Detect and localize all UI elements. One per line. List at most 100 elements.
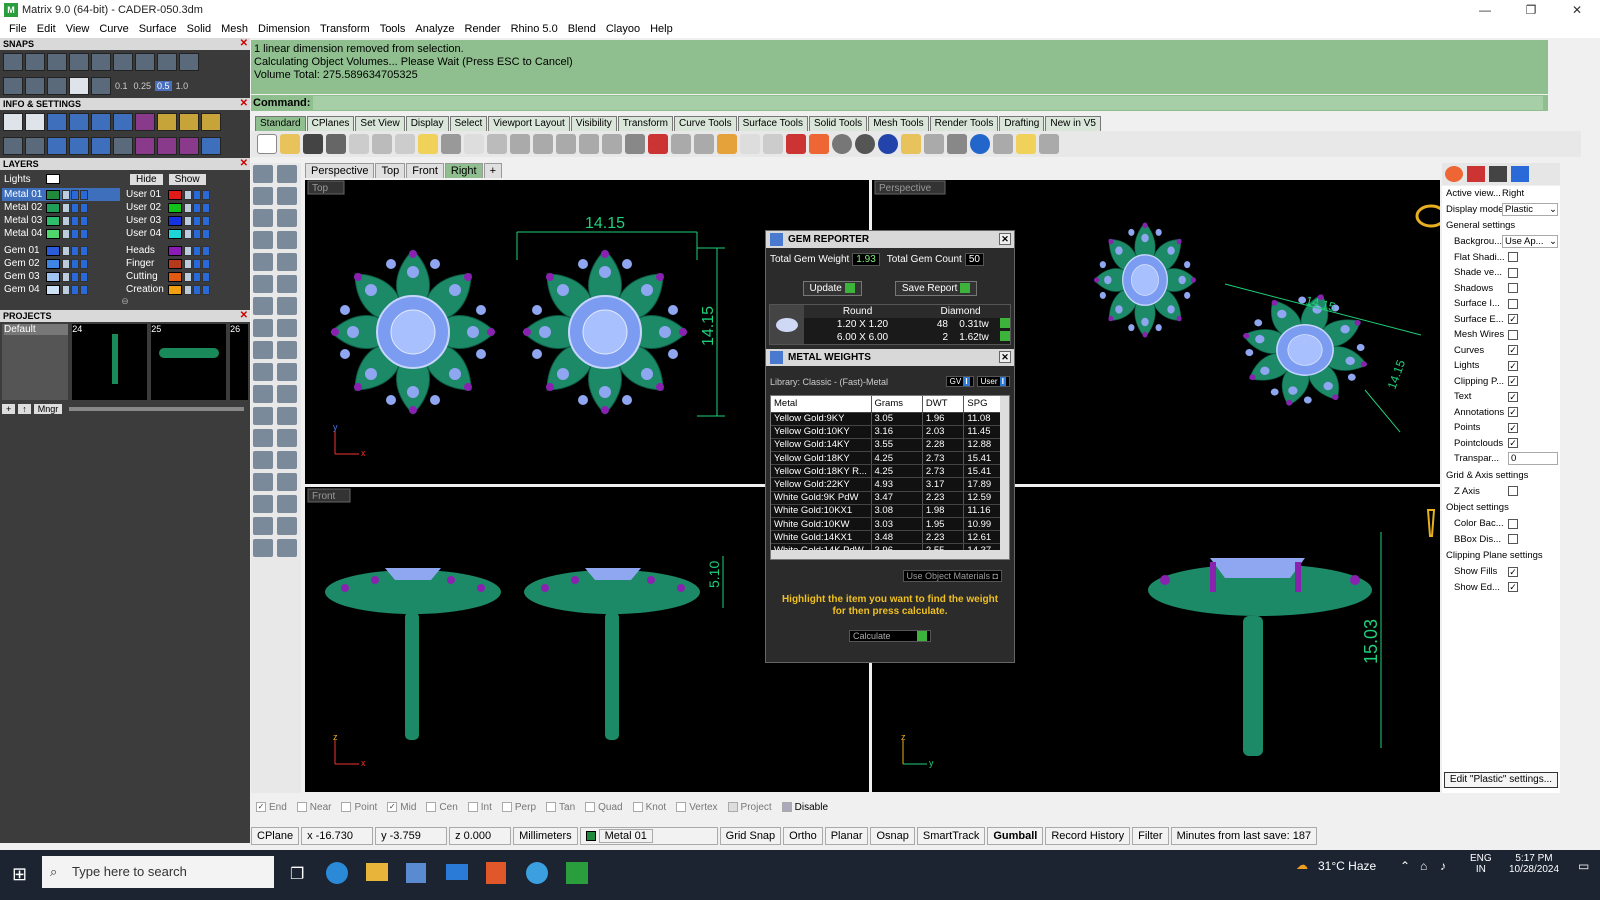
print-icon[interactable]	[202, 271, 210, 282]
print-icon[interactable]	[202, 189, 210, 200]
tab-select[interactable]: Select	[449, 116, 488, 131]
layer-color[interactable]	[168, 228, 182, 239]
tab-viewport-layout[interactable]: Viewport Layout	[488, 116, 570, 131]
close-icon[interactable]: ✕	[240, 38, 248, 50]
ellipse-icon[interactable]	[253, 253, 273, 271]
mesh-icon[interactable]	[253, 341, 273, 359]
bulb-icon[interactable]	[193, 202, 201, 213]
car-icon[interactable]	[648, 134, 668, 154]
bulb-icon[interactable]	[71, 258, 79, 269]
save-report-button[interactable]: Save Report	[894, 281, 978, 296]
clock[interactable]: 5:17 PM 10/28/2024	[1504, 853, 1564, 875]
status-units[interactable]: Millimeters	[513, 827, 578, 845]
print-icon[interactable]	[80, 258, 88, 269]
rotate-view-icon[interactable]	[602, 134, 622, 154]
cylinder-icon[interactable]	[47, 137, 67, 155]
cube-icon[interactable]	[25, 137, 45, 155]
print-icon[interactable]	[202, 245, 210, 256]
extrude-icon[interactable]	[277, 319, 297, 337]
snap-a-icon[interactable]	[3, 77, 23, 95]
lock-icon[interactable]	[62, 202, 70, 213]
close-icon[interactable]: ✕	[999, 233, 1011, 245]
group-icon[interactable]	[253, 385, 273, 403]
checkbox[interactable]: ✓	[1508, 391, 1518, 402]
tab-surface-tools[interactable]: Surface Tools	[737, 116, 808, 131]
add-icon[interactable]: +	[2, 404, 16, 414]
close-icon[interactable]: ✕	[240, 158, 248, 170]
print-icon[interactable]	[80, 215, 88, 226]
layer-row[interactable]: Metal 01	[2, 188, 120, 201]
osnap-cen[interactable]: Cen	[426, 802, 458, 813]
print-icon[interactable]	[80, 245, 88, 256]
cylinder-icon[interactable]	[253, 319, 273, 337]
layer-row[interactable]: Cutting	[124, 270, 242, 283]
layer-color[interactable]	[46, 245, 60, 256]
lock-icon[interactable]	[184, 245, 192, 256]
tab-visibility[interactable]: Visibility	[570, 116, 617, 131]
lock-icon[interactable]	[62, 245, 70, 256]
filter-icon[interactable]	[91, 137, 111, 155]
metal-table-scrollbar[interactable]	[1000, 396, 1009, 559]
checkbox[interactable]: ✓	[1508, 314, 1518, 325]
print-icon[interactable]	[80, 189, 88, 200]
app-icon[interactable]	[526, 862, 548, 884]
circle-icon[interactable]	[277, 209, 297, 227]
mail-icon[interactable]	[446, 864, 468, 880]
notification-icon[interactable]: ▭	[1578, 859, 1589, 873]
mirror-icon[interactable]	[277, 451, 297, 469]
menu-blend[interactable]: Blend	[563, 23, 601, 35]
check-icon[interactable]	[277, 517, 297, 535]
loft-icon[interactable]	[277, 275, 297, 293]
new-file-icon[interactable]	[257, 134, 277, 154]
tab-cplanes[interactable]: CPlanes	[306, 116, 355, 131]
tab-drafting[interactable]: Drafting	[999, 116, 1045, 131]
checkbox[interactable]: ✓	[1508, 582, 1518, 593]
layer-row[interactable]: User 02	[124, 201, 242, 214]
gem-icon[interactable]	[47, 113, 67, 131]
light-icon[interactable]	[901, 134, 921, 154]
snap-d-icon[interactable]	[69, 77, 89, 95]
print-icon[interactable]	[80, 228, 88, 239]
close-button[interactable]: ✕	[1554, 0, 1600, 20]
snap-end-icon[interactable]	[91, 53, 111, 71]
sphere-blue-icon[interactable]	[878, 134, 898, 154]
status-layer[interactable]: Metal 01	[579, 827, 718, 845]
menu-dimension[interactable]: Dimension	[253, 23, 315, 35]
filter-icon[interactable]	[694, 134, 714, 154]
snap-mid-icon[interactable]	[157, 53, 177, 71]
layer-row[interactable]: Gem 03	[2, 270, 120, 283]
menu-curve[interactable]: Curve	[94, 23, 133, 35]
checkbox[interactable]	[1508, 283, 1518, 294]
eraser-icon[interactable]	[1016, 134, 1036, 154]
bulb-icon[interactable]	[193, 258, 201, 269]
surface-icon[interactable]	[253, 275, 273, 293]
checkbox[interactable]	[1508, 298, 1518, 309]
task-view-icon[interactable]: ❐	[290, 864, 304, 884]
undo-icon[interactable]	[441, 134, 461, 154]
weather-text[interactable]: 31°C Haze	[1318, 859, 1376, 873]
layer-row[interactable]: Metal 03	[2, 214, 120, 227]
lock-icon[interactable]	[184, 228, 192, 239]
osnap-near[interactable]: Near	[296, 802, 331, 813]
bulb-icon[interactable]	[71, 215, 79, 226]
edit-points-icon[interactable]	[277, 341, 297, 359]
show-button[interactable]: Show	[168, 173, 206, 185]
material-icon[interactable]	[786, 134, 806, 154]
arc-icon[interactable]	[253, 209, 273, 227]
paint-icon[interactable]	[277, 539, 297, 557]
manager-button[interactable]: Mngr	[33, 404, 63, 414]
menu-transform[interactable]: Transform	[315, 23, 375, 35]
menu-surface[interactable]: Surface	[134, 23, 182, 35]
print-icon[interactable]	[80, 271, 88, 282]
layer-color[interactable]	[168, 245, 182, 256]
layer-color[interactable]	[46, 284, 60, 295]
layer-row[interactable]: Metal 04	[2, 227, 120, 240]
close-icon[interactable]: ✕	[240, 310, 248, 322]
layer-color[interactable]	[168, 284, 182, 295]
layer-row[interactable]: Metal 02	[2, 201, 120, 214]
edit-plastic-settings-button[interactable]: Edit "Plastic" settings...	[1444, 772, 1558, 788]
color-wheel-icon[interactable]	[809, 134, 829, 154]
snap-cross-icon[interactable]	[47, 53, 67, 71]
layer-color[interactable]	[46, 202, 60, 213]
osnap-project[interactable]: Project	[727, 802, 772, 813]
